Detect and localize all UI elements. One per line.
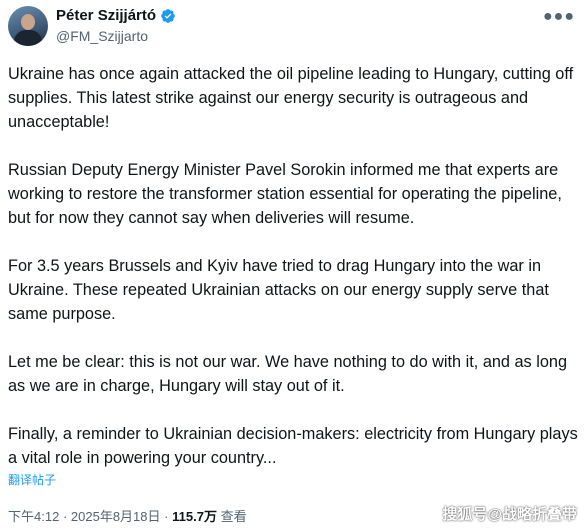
tweet-time[interactable]: 下午4:12 xyxy=(8,509,59,524)
tweet-paragraph: Let me be clear: this is not our war. We… xyxy=(8,353,568,395)
views-count: 115.7万 xyxy=(172,509,217,524)
avatar-suit xyxy=(14,30,42,46)
author-handle[interactable]: @FM_Szijjarto xyxy=(56,28,148,44)
watermark: 搜狐号@战略折叠带 xyxy=(442,506,577,523)
tweet-body: Ukraine has once again attacked the oil … xyxy=(8,62,580,470)
meta-separator: · xyxy=(164,509,169,524)
tweet-paragraph: Finally, a reminder to Ukrainian decisio… xyxy=(8,425,578,467)
more-horizontal-icon[interactable]: ●●● xyxy=(543,8,575,26)
author-display-name[interactable]: Péter Szijjártó xyxy=(56,7,156,24)
tweet-paragraph: For 3.5 years Brussels and Kyiv have tri… xyxy=(8,257,549,323)
avatar-head xyxy=(21,14,35,30)
tweet: Péter Szijjártó @FM_Szijjarto ●●● Ukrain… xyxy=(0,0,587,531)
translate-post-link[interactable]: 翻译帖子 xyxy=(8,471,56,488)
verified-badge-icon xyxy=(161,8,175,23)
tweet-date[interactable]: 2025年8月18日 xyxy=(71,509,161,524)
meta-separator: · xyxy=(62,509,68,524)
tweet-meta: 下午4:12 · 2025年8月18日 · 115.7万 查看 xyxy=(8,506,247,525)
tweet-paragraph: Ukraine has once again attacked the oil … xyxy=(8,65,574,131)
tweet-paragraph: Russian Deputy Energy Minister Pavel Sor… xyxy=(8,161,562,227)
avatar[interactable] xyxy=(8,6,48,46)
author-name-row: Péter Szijjártó xyxy=(56,7,176,24)
views-label: 查看 xyxy=(220,509,247,524)
